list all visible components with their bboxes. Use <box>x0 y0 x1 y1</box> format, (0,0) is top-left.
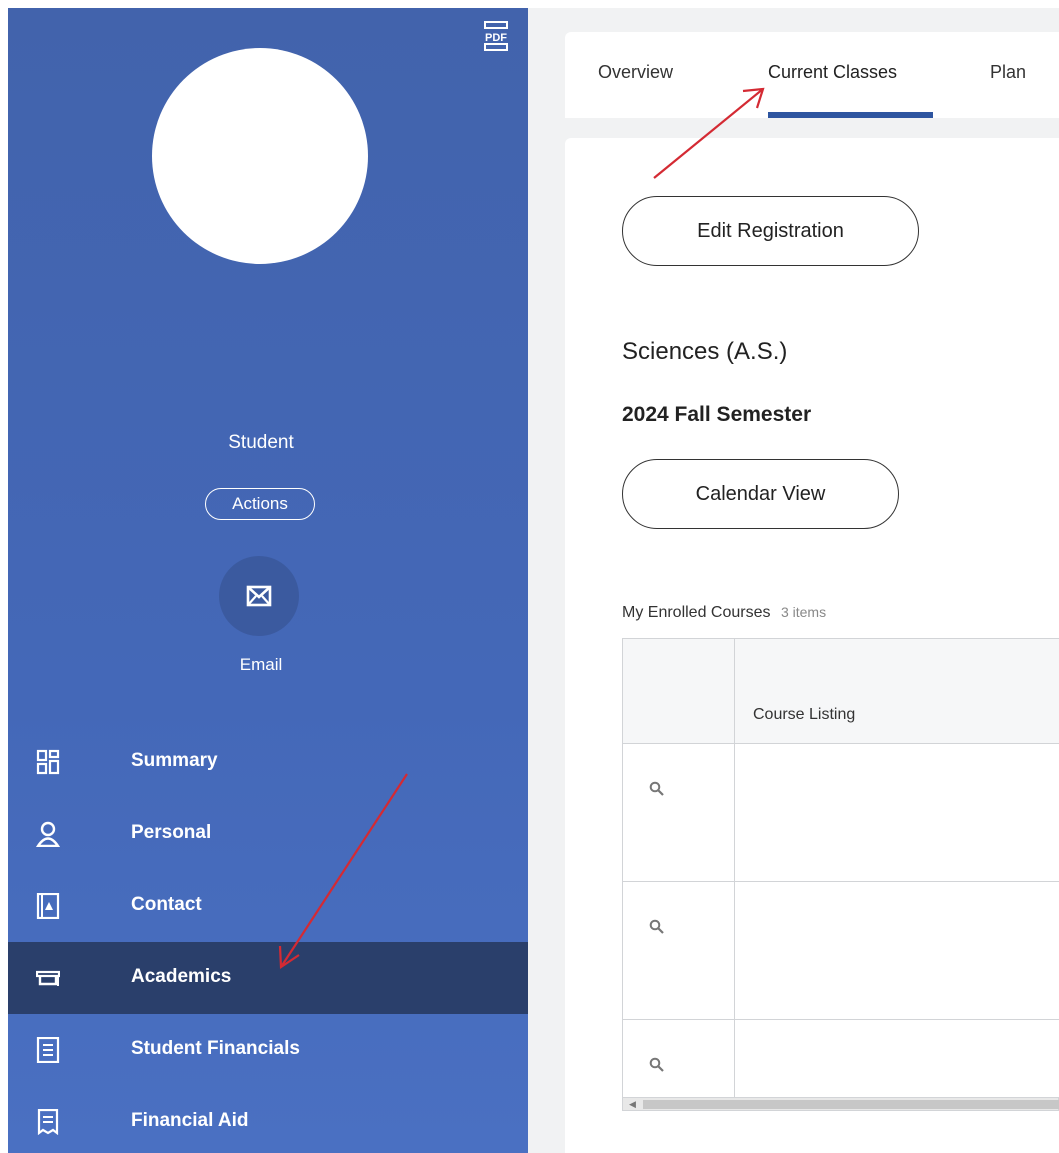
contact-book-icon <box>36 893 60 919</box>
email-label: Email <box>239 655 283 674</box>
horizontal-scrollbar[interactable]: ◀ <box>622 1097 1059 1111</box>
calendar-view-button[interactable]: Calendar View <box>622 459 899 529</box>
sidebar-item-personal[interactable]: Personal <box>8 798 528 870</box>
tab-overview[interactable]: Overview <box>598 62 673 83</box>
sidebar-item-label: Contact <box>131 894 202 915</box>
table-row <box>623 1019 1059 1099</box>
enrolled-courses-table: Course Listing <box>622 638 1059 1099</box>
program-title: Sciences (A.S.) <box>622 338 788 365</box>
tab-bar: Overview Current Classes Plan <box>565 32 1059 118</box>
sidebar-item-contact[interactable]: Contact <box>8 870 528 942</box>
scroll-thumb[interactable] <box>643 1100 1059 1109</box>
search-icon[interactable] <box>649 919 665 935</box>
search-icon[interactable] <box>649 1057 665 1073</box>
tab-plan[interactable]: Plan <box>990 62 1026 83</box>
avatar <box>152 48 368 264</box>
student-name: Student <box>228 432 294 453</box>
ledger-icon <box>36 1037 60 1063</box>
enrolled-courses-header: My Enrolled Courses 3 items <box>622 604 826 622</box>
semester-title: 2024 Fall Semester <box>622 403 812 426</box>
enrolled-courses-title: My Enrolled Courses <box>622 604 771 621</box>
tab-current-classes[interactable]: Current Classes <box>768 62 897 83</box>
search-icon[interactable] <box>649 781 665 797</box>
sidebar-item-summary[interactable]: Summary <box>8 726 528 798</box>
edit-registration-button[interactable]: Edit Registration <box>622 196 919 266</box>
sidebar-item-financial-aid[interactable]: Financial Aid <box>8 1086 528 1153</box>
column-divider <box>734 639 735 1099</box>
person-icon <box>36 821 60 847</box>
scroll-left-arrow-icon[interactable]: ◀ <box>629 1099 636 1110</box>
table-header: Course Listing <box>623 639 1059 744</box>
receipt-icon <box>37 1109 59 1135</box>
pdf-icon[interactable]: PDF <box>482 20 510 52</box>
actions-button[interactable]: Actions <box>205 488 315 520</box>
graduation-cap-icon <box>36 970 60 986</box>
envelope-icon <box>246 585 272 607</box>
active-tab-indicator <box>768 112 933 118</box>
worker-profile-sidebar: PDF Student Actions Email Summary Person… <box>8 8 528 1153</box>
enrolled-courses-count: 3 items <box>780 604 827 620</box>
table-row <box>623 743 1059 882</box>
table-row <box>623 881 1059 1020</box>
svg-text:PDF: PDF <box>485 32 507 44</box>
sidebar-item-label: Summary <box>131 750 218 771</box>
email-button[interactable] <box>219 556 299 636</box>
sidebar-item-label: Student Financials <box>131 1038 300 1059</box>
sidebar-item-label: Financial Aid <box>131 1110 249 1131</box>
grid-icon <box>36 749 60 775</box>
column-header-course-listing: Course Listing <box>753 706 856 723</box>
sidebar-nav: Summary Personal Contact Academics Stude… <box>8 726 528 1153</box>
sidebar-item-academics[interactable]: Academics <box>8 942 528 1014</box>
sidebar-item-label: Academics <box>131 966 232 987</box>
sidebar-item-label: Personal <box>131 822 212 843</box>
current-classes-panel: Edit Registration Sciences (A.S.) 2024 F… <box>565 138 1059 1153</box>
sidebar-item-student-financials[interactable]: Student Financials <box>8 1014 528 1086</box>
